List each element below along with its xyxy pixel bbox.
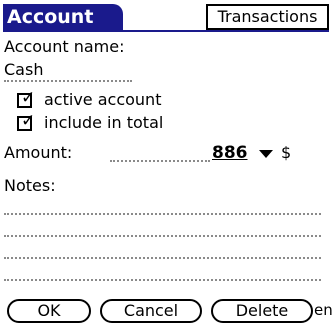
ok-button[interactable]: OK	[7, 299, 91, 323]
form-title: Account	[3, 4, 123, 30]
account-name-underline	[4, 80, 132, 82]
account-name-label: Account name:	[4, 37, 125, 56]
truncated-text: en	[314, 301, 332, 319]
transactions-tab-button[interactable]: Transactions	[206, 4, 329, 30]
cancel-button[interactable]: Cancel	[100, 299, 202, 323]
amount-field[interactable]: 886	[212, 143, 248, 163]
dropdown-triangle-icon[interactable]	[259, 150, 273, 158]
notes-label: Notes:	[4, 176, 56, 195]
delete-button[interactable]: Delete	[211, 299, 313, 323]
check-icon: ✓	[21, 88, 36, 108]
notes-line	[4, 257, 321, 259]
account-name-field[interactable]: Cash	[4, 60, 43, 80]
check-icon: ✓	[21, 111, 36, 131]
active-account-checkbox-box[interactable]: ✓	[17, 88, 35, 108]
include-in-total-checkbox[interactable]: ✓ include in total	[17, 111, 217, 135]
amount-label: Amount:	[4, 143, 73, 162]
notes-line	[4, 213, 321, 215]
include-in-total-label: include in total	[44, 113, 164, 132]
notes-line	[4, 279, 321, 281]
currency-label: $	[281, 143, 292, 162]
notes-line	[4, 235, 321, 237]
active-account-label: active account	[44, 90, 162, 109]
notes-field[interactable]	[4, 200, 321, 290]
title-underline	[3, 30, 329, 32]
amount-underline	[110, 160, 210, 162]
include-in-total-checkbox-box[interactable]: ✓	[17, 111, 35, 131]
active-account-checkbox[interactable]: ✓ active account	[17, 88, 217, 112]
